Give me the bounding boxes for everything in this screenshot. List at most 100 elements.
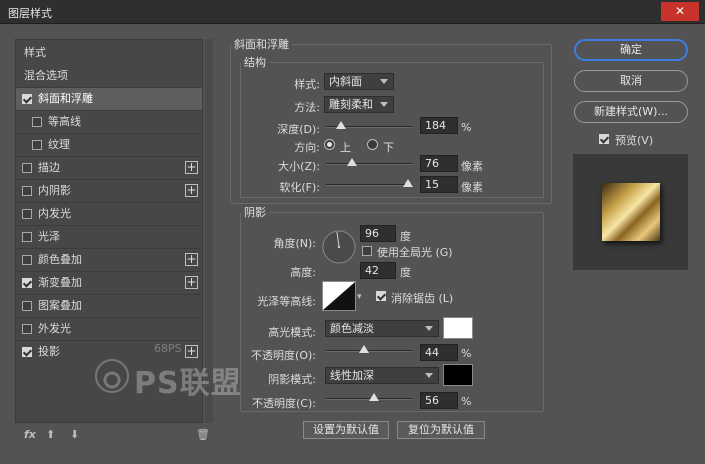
soften-input[interactable]: 15 [420,176,458,193]
technique-dropdown[interactable]: 雕刻柔和 [324,96,394,113]
chevron-down-icon[interactable]: ▾ [357,292,362,302]
size-slider[interactable] [326,158,412,166]
style-list-label: 图案叠加 [38,299,82,312]
soften-slider[interactable] [326,179,413,187]
shadow-mode-dropdown[interactable]: 线性加深 [325,367,439,384]
style-list-checkbox[interactable] [22,324,32,334]
style-list-checkbox[interactable] [32,117,42,127]
gloss-contour-picker[interactable] [322,281,356,311]
style-list-checkbox[interactable] [22,163,32,173]
move-down-icon[interactable]: ⬇ [70,428,79,441]
add-effect-icon[interactable]: + [185,161,198,174]
cancel-button[interactable]: 取消 [574,70,688,92]
size-input[interactable]: 76 [420,155,458,172]
direction-down-radio[interactable] [367,139,378,150]
style-list-checkbox[interactable] [22,278,32,288]
style-list-checkbox[interactable] [22,209,32,219]
preview-thumbnail [602,183,660,241]
depth-slider-thumb[interactable] [336,121,347,129]
ok-button[interactable]: 确定 [574,39,688,61]
window-title: 图层样式 [8,7,52,20]
add-effect-icon[interactable]: + [185,184,198,197]
shadow-color-swatch[interactable] [443,364,473,386]
watermark-site: 68PS [154,342,182,355]
style-list-checkbox[interactable] [22,94,32,104]
style-list-item[interactable]: 光泽 [16,226,202,248]
style-label: 样式: [294,78,320,91]
title-bar: 图层样式 ✕ [0,0,705,24]
soften-slider-thumb[interactable] [402,179,413,187]
direction-up-radio[interactable] [324,139,335,150]
set-default-button[interactable]: 设置为默认值 [303,421,389,439]
style-list-item[interactable]: 斜面和浮雕 [16,88,202,110]
shadow-opacity-slider[interactable] [326,393,412,401]
style-dropdown[interactable]: 内斜面 [324,73,394,90]
style-list-checkbox[interactable] [32,140,42,150]
global-light-checkbox[interactable] [362,246,372,256]
highlight-opacity-thumb[interactable] [358,345,369,353]
style-list-label: 内发光 [38,207,71,220]
style-list-item[interactable]: 内阴影 + [16,180,202,202]
style-list-label: 渐变叠加 [38,276,82,289]
style-list-item[interactable]: 混合选项 [16,65,202,87]
style-list-item[interactable]: 描边 + [16,157,202,179]
add-effect-icon[interactable]: + [185,276,198,289]
angle-label: 角度(N): [273,237,316,250]
preview-checkbox[interactable] [599,134,609,144]
watermark-logo-icon [95,359,129,393]
style-list-label: 等高线 [48,115,81,128]
technique-label: 方法: [294,101,320,114]
style-list-checkbox[interactable] [22,347,32,357]
depth-unit: % [461,121,472,134]
shadow-opacity-input[interactable]: 56 [420,392,458,409]
reset-default-button[interactable]: 复位为默认值 [397,421,485,439]
trash-icon[interactable]: 🗑 [196,428,210,441]
angle-input[interactable]: 96 [360,225,396,242]
gloss-contour-label: 光泽等高线: [257,295,316,308]
size-slider-thumb[interactable] [346,158,357,166]
style-list-item[interactable]: 样式 [16,42,202,64]
antialias-checkbox[interactable] [376,291,386,301]
style-list-item[interactable]: 内发光 [16,203,202,225]
global-light-label: 使用全局光 (G) [377,246,453,259]
size-label: 大小(Z): [278,160,320,173]
new-style-button[interactable]: 新建样式(W)... [574,101,688,123]
depth-slider[interactable] [326,121,412,129]
style-list-checkbox[interactable] [22,255,32,265]
add-effect-icon[interactable]: + [185,253,198,266]
style-list-item[interactable]: 图案叠加 [16,295,202,317]
move-up-icon[interactable]: ⬆ [46,428,55,441]
style-list-checkbox[interactable] [22,232,32,242]
angle-dial[interactable] [321,229,357,265]
style-list-item[interactable]: 等高线 [16,111,202,133]
shadow-opacity-label: 不透明度(C): [252,397,316,410]
style-list-item[interactable]: 外发光 [16,318,202,340]
watermark-brand: PS联盟 [134,366,242,401]
style-list-item[interactable]: 纹理 [16,134,202,156]
depth-input[interactable]: 184 [420,117,458,134]
fx-icon[interactable]: fx [24,428,36,441]
altitude-label: 高度: [290,266,316,279]
structure-title: 结构 [244,56,266,69]
style-list-label: 斜面和浮雕 [38,92,93,105]
style-preview [573,154,688,270]
altitude-input[interactable]: 42 [360,262,396,279]
highlight-opacity-slider[interactable] [326,345,412,353]
style-list-item[interactable]: 颜色叠加 + [16,249,202,271]
highlight-color-swatch[interactable] [443,317,473,339]
size-unit: 像素 [461,160,483,173]
style-list-checkbox[interactable] [22,301,32,311]
highlight-mode-dropdown[interactable]: 颜色减淡 [325,320,439,337]
close-button[interactable]: ✕ [661,2,699,21]
style-list-item[interactable]: 渐变叠加 + [16,272,202,294]
style-list-label: 外发光 [38,322,71,335]
shadow-opacity-thumb[interactable] [369,393,380,401]
close-icon: ✕ [674,4,686,18]
style-list-label: 描边 [38,161,60,174]
preview-label: 预览(V) [615,134,654,147]
style-list-label: 光泽 [38,230,60,243]
soften-label: 软化(F): [279,181,320,194]
style-list-label: 内阴影 [38,184,71,197]
highlight-opacity-input[interactable]: 44 [420,344,458,361]
style-list-checkbox[interactable] [22,186,32,196]
